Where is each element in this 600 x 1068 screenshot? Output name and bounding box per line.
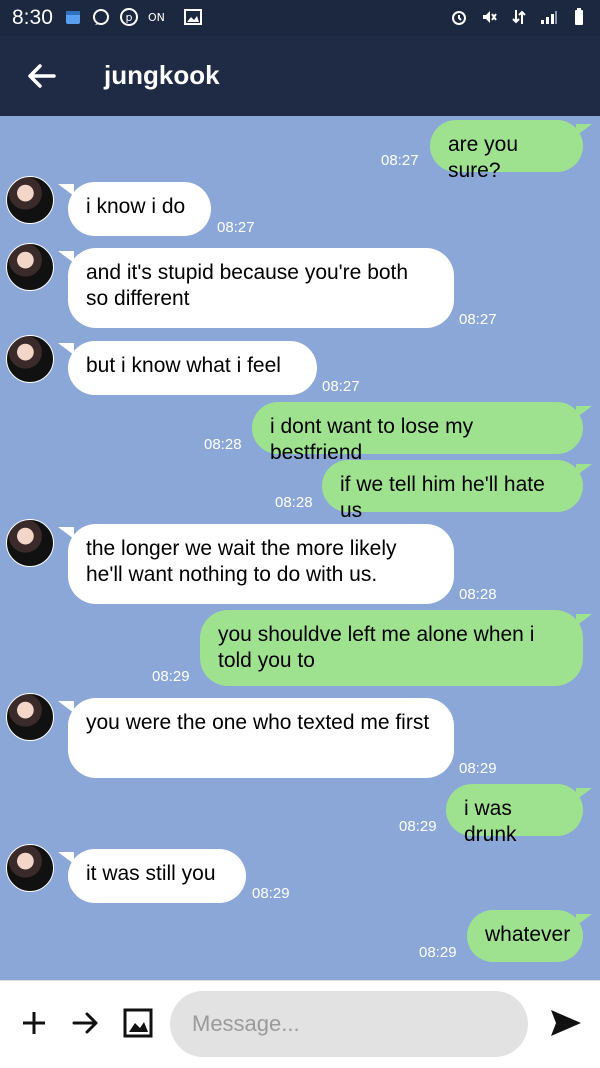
message-text: if we tell him he'll hate us <box>340 473 545 522</box>
data-icon <box>510 8 528 26</box>
message-time: 08:29 <box>459 760 497 777</box>
message-time: 08:28 <box>275 494 313 511</box>
message-placeholder: Message... <box>192 1011 300 1036</box>
image-button[interactable] <box>118 1003 158 1043</box>
bubble-tail <box>576 406 592 418</box>
forward-button[interactable] <box>66 1003 106 1043</box>
sent-bubble[interactable]: i was drunk <box>446 784 583 846</box>
message-text: you shouldve left me alone when i told y… <box>218 623 535 672</box>
message-text: i was drunk <box>464 797 517 846</box>
message-text: i dont want to lose my bestfriend <box>270 415 474 464</box>
status-right-icons <box>450 8 588 26</box>
plus-icon <box>23 1012 45 1034</box>
message-time: 08:28 <box>459 586 497 603</box>
message-time: 08:29 <box>152 668 190 685</box>
received-bubble[interactable]: the longer we wait the more likely he'll… <box>68 524 454 604</box>
avatar[interactable] <box>6 693 54 741</box>
on-badge-icon: ON <box>148 8 174 26</box>
send-button[interactable] <box>546 1003 586 1043</box>
status-time: 8:30 <box>12 6 53 29</box>
message-time: 08:29 <box>419 944 457 961</box>
message-text: it was still you <box>86 862 216 885</box>
message-text: but i know what i feel <box>86 354 281 377</box>
whatsapp-icon <box>92 8 110 26</box>
add-button[interactable] <box>14 1003 54 1043</box>
bubble-tail <box>576 788 592 800</box>
bubble-tail <box>576 614 592 626</box>
received-bubble[interactable]: you were the one who texted me first <box>68 698 454 778</box>
bubble-tail <box>576 124 592 136</box>
message-text: whatever <box>485 923 571 946</box>
message-time: 08:27 <box>322 378 360 395</box>
avatar[interactable] <box>6 176 54 224</box>
sent-bubble[interactable]: if we tell him he'll hate us <box>322 460 583 522</box>
avatar[interactable] <box>6 844 54 892</box>
composer-bar: Message... <box>0 980 600 1068</box>
avatar[interactable] <box>6 519 54 567</box>
message-time: 08:29 <box>399 818 437 835</box>
message-text: and it's stupid because you're both so d… <box>86 261 409 310</box>
send-icon <box>551 1010 581 1036</box>
message-time: 08:27 <box>381 152 419 169</box>
message-input[interactable]: Message... <box>170 991 528 1057</box>
message-time: 08:29 <box>252 885 290 902</box>
sent-bubble[interactable]: are you sure? <box>430 120 583 182</box>
sent-bubble[interactable]: whatever <box>467 910 583 962</box>
message-text: are you sure? <box>448 133 519 182</box>
avatar[interactable] <box>6 243 54 291</box>
message-text: i know i do <box>86 195 186 218</box>
status-bar: 8:30 p ON <box>0 0 600 36</box>
chat-title: jungkook <box>104 60 220 90</box>
back-button[interactable] <box>22 56 62 96</box>
received-bubble[interactable]: it was still you <box>68 849 246 903</box>
status-left-icons: p ON <box>64 8 202 26</box>
sent-bubble[interactable]: you shouldve left me alone when i told y… <box>200 610 583 686</box>
bubble-tail <box>576 464 592 476</box>
received-bubble[interactable]: i know i do <box>68 182 211 236</box>
chat-header: jungkook <box>0 36 600 116</box>
message-text: the longer we wait the more likely he'll… <box>86 537 397 586</box>
image-icon <box>184 8 202 26</box>
avatar[interactable] <box>6 335 54 383</box>
svg-text:ON: ON <box>148 11 165 24</box>
message-list[interactable]: are you sure? 08:27 i know i do 08:27 an… <box>0 116 600 980</box>
message-text: you were the one who texted me first <box>86 711 430 734</box>
arrow-left-icon <box>28 64 56 88</box>
pinterest-icon: p <box>120 8 138 26</box>
image-icon <box>123 1008 153 1038</box>
signal-icon <box>540 8 558 26</box>
mute-icon <box>480 8 498 26</box>
battery-icon <box>570 8 588 26</box>
received-bubble[interactable]: but i know what i feel <box>68 341 317 395</box>
received-bubble[interactable]: and it's stupid because you're both so d… <box>68 248 454 328</box>
message-time: 08:28 <box>204 436 242 453</box>
sent-bubble[interactable]: i dont want to lose my bestfriend <box>252 402 583 464</box>
arrow-right-icon <box>72 1012 98 1034</box>
alarm-icon <box>450 8 468 26</box>
calendar-icon <box>64 8 82 26</box>
bubble-tail <box>576 914 592 926</box>
message-time: 08:27 <box>459 311 497 328</box>
message-time: 08:27 <box>217 219 255 236</box>
svg-text:p: p <box>126 11 133 24</box>
